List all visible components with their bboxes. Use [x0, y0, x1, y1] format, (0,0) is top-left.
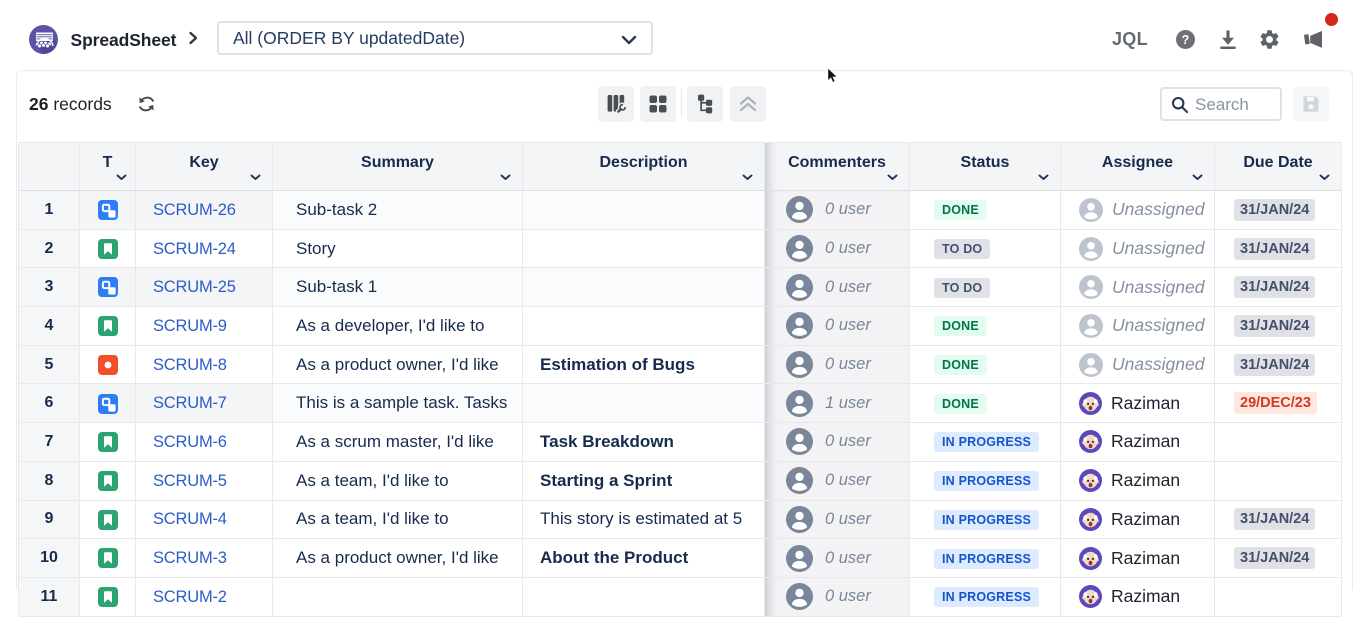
svg-text:?: ? [1182, 33, 1190, 47]
